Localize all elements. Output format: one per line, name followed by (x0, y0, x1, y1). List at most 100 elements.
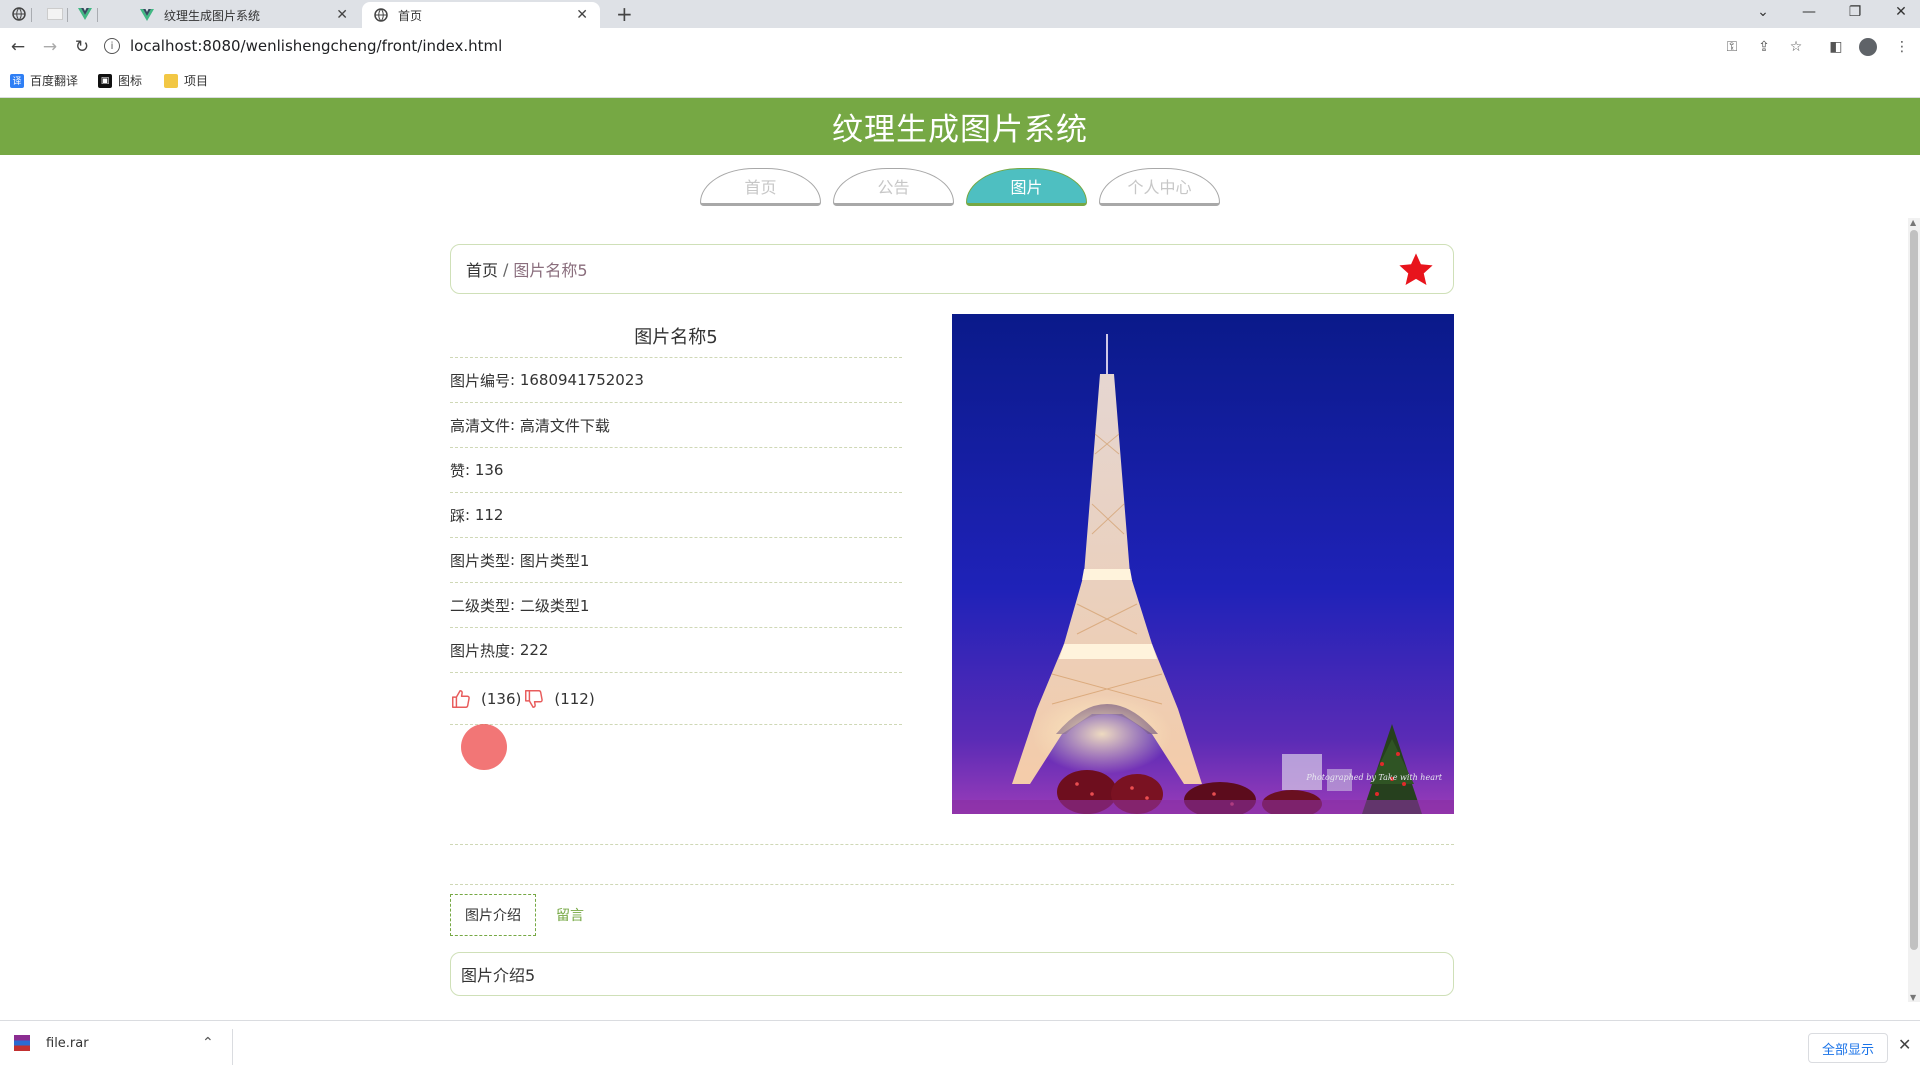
thumbs-up-icon[interactable] (450, 688, 472, 710)
field-label: 图片编号 (450, 371, 511, 390)
field-value: 136 (474, 461, 504, 479)
menu-kebab-icon[interactable]: ⋮ (1892, 38, 1912, 56)
section-divider (450, 844, 1454, 845)
like-count: (136) (481, 689, 522, 708)
key-icon[interactable]: ⚿ (1722, 38, 1742, 56)
picture-title: 图片名称5 (450, 314, 902, 358)
back-arrow-icon[interactable]: ← (7, 36, 29, 58)
download-bar-close-icon[interactable]: ✕ (1898, 1035, 1911, 1054)
breadcrumb-home[interactable]: 首页 (466, 257, 498, 281)
page-scrollbar[interactable]: ▲ ▼ (1908, 218, 1920, 1002)
tab-comments[interactable]: 留言 (542, 894, 598, 936)
forward-arrow-icon[interactable]: → (39, 36, 61, 58)
scroll-down-arrow-icon[interactable]: ▼ (1910, 993, 1916, 1002)
info-row-likes: 赞: 136 (450, 448, 902, 493)
browser-tab-strip: 纹理生成图片系统 ✕ 首页 ✕ + ⌄ — ❐ ✕ (0, 0, 1920, 28)
info-row-dislikes: 踩: 112 (450, 493, 902, 538)
dislike-count: (112) (554, 689, 595, 708)
picture-info-panel: 图片名称5 图片编号: 1680941752023 高清文件: 高清文件下载 赞… (450, 314, 902, 725)
nav-notices[interactable]: 公告 (833, 168, 954, 206)
field-label: 高清文件 (450, 416, 511, 435)
show-all-button[interactable]: 全部显示 (1808, 1033, 1888, 1063)
scroll-up-arrow-icon[interactable]: ▲ (1910, 218, 1916, 227)
tab-search-chevron-icon[interactable]: ⌄ (1740, 0, 1786, 24)
favorite-star-icon[interactable] (1397, 251, 1435, 289)
site-header: 纹理生成图片系统 (0, 98, 1920, 155)
tab-texture-system[interactable]: 纹理生成图片系统 ✕ (128, 2, 360, 28)
detail-tabs: 图片介绍 留言 (450, 894, 598, 936)
nav-home[interactable]: 首页 (700, 168, 821, 206)
info-row-hd-file: 高清文件: 高清文件下载 (450, 403, 902, 448)
profile-avatar-icon[interactable] (1858, 38, 1878, 56)
nav-pictures[interactable]: 图片 (966, 168, 1087, 206)
click-indicator (461, 724, 507, 770)
globe-tab-icon[interactable] (6, 4, 32, 24)
tab-close-icon[interactable]: ✕ (576, 7, 588, 23)
bookmark-projects[interactable]: 项目 (164, 72, 208, 89)
globe-icon (374, 8, 388, 22)
bookmark-label: 图标 (118, 74, 143, 88)
restore-icon[interactable]: ❐ (1832, 0, 1878, 24)
vote-row: (136) (112) (450, 673, 902, 725)
info-row-secondary-type: 二级类型: 二级类型1 (450, 583, 902, 628)
main-nav: 首页 公告 图片 个人中心 (700, 168, 1220, 208)
breadcrumb: 首页 / 图片名称5 (450, 244, 1454, 294)
field-label: 图片类型 (450, 551, 511, 570)
download-filename: file.rar (46, 1035, 89, 1051)
info-row-popularity: 图片热度: 222 (450, 628, 902, 673)
tab-picture-intro[interactable]: 图片介绍 (450, 894, 536, 936)
bookmark-label: 项目 (184, 74, 209, 88)
tab-close-icon[interactable]: ✕ (336, 7, 348, 23)
rar-archive-icon (14, 1035, 30, 1051)
chevron-up-icon[interactable]: ⌃ (202, 1035, 214, 1051)
thumbs-down-icon[interactable] (523, 688, 545, 710)
field-label: 二级类型 (450, 596, 511, 615)
url-bar[interactable]: i localhost:8080/wenlishengcheng/front/i… (104, 31, 1764, 61)
tab-title: 首页 (398, 8, 423, 23)
tab-title: 纹理生成图片系统 (164, 8, 261, 23)
hd-file-download-link[interactable]: 高清文件下载 (520, 415, 610, 436)
field-value: 112 (474, 506, 504, 524)
reload-icon[interactable]: ↻ (71, 36, 93, 58)
nav-personal-center[interactable]: 个人中心 (1099, 168, 1220, 206)
window-close-icon[interactable]: ✕ (1878, 0, 1920, 24)
info-row-picture-type: 图片类型: 图片类型1 (450, 538, 902, 583)
picture-eiffel-tower: Photographed by Take with heart (952, 314, 1454, 814)
site-info-icon[interactable]: i (104, 38, 120, 54)
field-value: 222 (519, 641, 549, 659)
minimize-icon[interactable]: — (1786, 0, 1832, 24)
picture-description: 图片介绍5 (450, 952, 1454, 996)
page-viewport: 纹理生成图片系统 首页 公告 图片 个人中心 首页 / 图片名称5 图片名称5 … (0, 98, 1920, 1020)
folder-icon (164, 73, 178, 88)
breadcrumb-current: 图片名称5 (513, 261, 588, 280)
bookmark-star-icon[interactable]: ☆ (1786, 38, 1806, 56)
bookmarks-bar: 译 百度翻译 ▣ 图标 项目 (0, 64, 1920, 98)
site-title: 纹理生成图片系统 (832, 112, 1088, 148)
bookmark-icons[interactable]: ▣ 图标 (98, 72, 142, 89)
breadcrumb-separator: / (503, 259, 509, 279)
photo-watermark: Photographed by Take with heart (1305, 773, 1442, 782)
field-label: 赞 (450, 461, 466, 480)
vue-icon (140, 8, 154, 22)
address-toolbar: ← → ↻ i localhost:8080/wenlishengcheng/f… (0, 28, 1920, 64)
field-value: 1680941752023 (519, 371, 644, 389)
field-value: 二级类型1 (519, 596, 590, 615)
blank-tab-icon[interactable] (42, 4, 68, 24)
url-text: localhost:8080/wenlishengcheng/front/ind… (130, 37, 503, 55)
field-label: 踩 (450, 506, 466, 525)
bookmark-baidu-translate[interactable]: 译 百度翻译 (10, 72, 78, 89)
divider (232, 1029, 233, 1065)
field-value: 图片类型1 (519, 551, 590, 570)
download-bar: file.rar ⌃ 全部显示 ✕ (0, 1020, 1920, 1072)
download-item[interactable]: file.rar (14, 1035, 89, 1051)
new-tab-icon[interactable]: + (616, 2, 633, 26)
side-panel-icon[interactable]: ◧ (1826, 38, 1846, 56)
section-divider (450, 884, 1454, 885)
bookmark-label: 百度翻译 (30, 74, 79, 88)
translate-icon: 译 (10, 73, 24, 88)
tab-home[interactable]: 首页 ✕ (362, 2, 600, 28)
share-icon[interactable]: ⇪ (1754, 38, 1774, 56)
info-row-picture-number: 图片编号: 1680941752023 (450, 358, 902, 403)
scrollbar-thumb[interactable] (1910, 230, 1918, 950)
vue-tab-icon[interactable] (72, 4, 98, 24)
